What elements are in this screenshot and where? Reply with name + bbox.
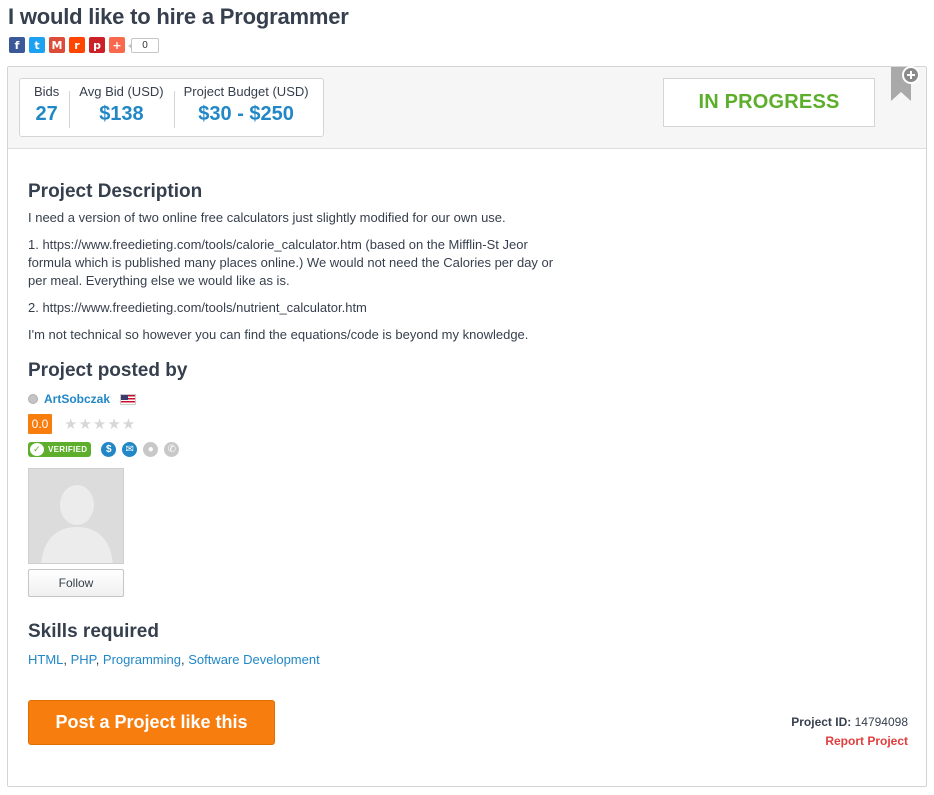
email-verified-icon: ✉ [122, 442, 138, 457]
poster-username[interactable]: ArtSobczak [44, 392, 110, 406]
pinterest-share-icon[interactable]: p [89, 37, 105, 53]
avg-bid-label: Avg Bid (USD) [79, 84, 164, 99]
status-badge: IN PROGRESS [663, 78, 875, 127]
project-id-value: 14794098 [854, 715, 908, 729]
skills-list: HTML, PHP, Programming, Software Develop… [28, 652, 320, 667]
poster-rating: 0.0 ★★★★★ [28, 414, 908, 434]
addthis-share-icon[interactable]: + [109, 37, 125, 53]
share-bar: f t M r p + 0 [9, 37, 159, 53]
online-status-icon [28, 394, 38, 404]
star-rating-icon: ★★★★★ [64, 415, 137, 433]
poster-title: Project posted by [28, 360, 188, 381]
profile-verified-icon: ● [143, 442, 159, 457]
avg-bid-value: $138 [99, 103, 144, 125]
reddit-share-icon[interactable]: r [69, 37, 85, 53]
bookmark-add-icon[interactable] [887, 63, 919, 103]
skill-link-programming[interactable]: Programming [103, 652, 181, 667]
bids-value: 27 [35, 103, 58, 125]
description-paragraph: 1. https://www.freedieting.com/tools/cal… [28, 237, 554, 288]
budget-value: $30 - $250 [198, 103, 294, 125]
payment-verified-icon: $ [101, 442, 117, 457]
project-description: I need a version of two online free calc… [28, 209, 908, 344]
description-paragraph: I need a version of two online free calc… [28, 210, 506, 225]
poster-info: ArtSobczak [28, 392, 908, 406]
description-paragraph: 2. https://www.freedieting.com/tools/nut… [28, 300, 367, 315]
budget-stat: Project Budget (USD) $30 - $250 [173, 79, 319, 136]
project-content: Project Description I need a version of … [28, 181, 908, 667]
share-count: 0 [128, 37, 159, 53]
skill-link-software-development[interactable]: Software Development [188, 652, 320, 667]
rating-badge: 0.0 [28, 414, 52, 434]
description-title: Project Description [28, 181, 203, 202]
avatar-placeholder-icon [29, 469, 123, 563]
us-flag-icon [120, 393, 137, 405]
project-id-label: Project ID: [791, 715, 852, 729]
page-title: I would like to hire a Programmer [8, 4, 349, 29]
avg-bid-stat: Avg Bid (USD) $138 [69, 79, 173, 136]
bids-stat: Bids 27 [24, 79, 69, 136]
description-paragraph: I'm not technical so however you can fin… [28, 327, 529, 342]
post-project-button[interactable]: Post a Project like this [28, 700, 275, 745]
phone-verified-icon: ✆ [164, 442, 180, 457]
verification-icons: ✓ VERIFIED $ ✉ ● ✆ [28, 442, 908, 457]
skill-link-php[interactable]: PHP [71, 652, 96, 667]
follow-button[interactable]: Follow [28, 569, 124, 597]
project-stats: Bids 27 Avg Bid (USD) $138 Project Budge… [19, 78, 324, 137]
verified-badge: ✓ VERIFIED [28, 442, 92, 457]
bids-label: Bids [34, 84, 60, 99]
gmail-share-icon[interactable]: M [49, 37, 65, 53]
project-card: Bids 27 Avg Bid (USD) $138 Project Budge… [7, 66, 927, 787]
avatar[interactable] [28, 468, 124, 564]
twitter-share-icon[interactable]: t [29, 37, 45, 53]
verified-label: VERIFIED [48, 445, 88, 454]
project-header: Bids 27 Avg Bid (USD) $138 Project Budge… [8, 66, 926, 149]
report-project-link[interactable]: Report Project [825, 734, 908, 748]
project-id: Project ID: 14794098 [791, 715, 908, 729]
budget-label: Project Budget (USD) [183, 84, 309, 99]
skill-link-html[interactable]: HTML [28, 652, 63, 667]
facebook-share-icon[interactable]: f [9, 37, 25, 53]
skills-title: Skills required [28, 621, 159, 642]
verified-check-icon: ✓ [30, 443, 44, 456]
